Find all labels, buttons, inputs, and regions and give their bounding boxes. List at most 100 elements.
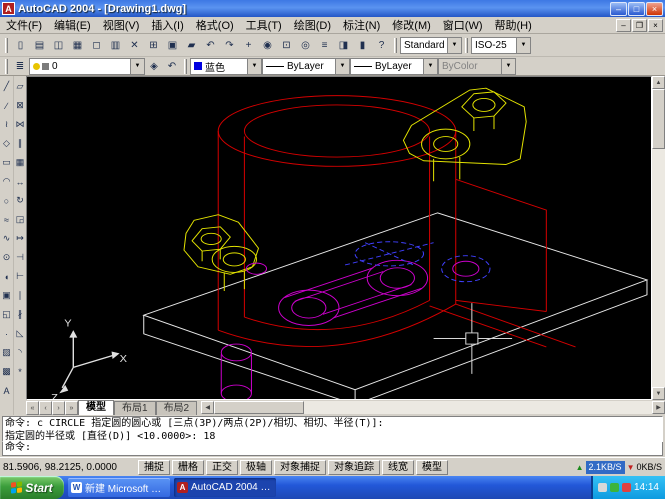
open-icon[interactable]: ▤ — [30, 36, 49, 54]
plot-preview-icon[interactable]: ◻ — [87, 36, 106, 54]
status-toggle[interactable]: 正交 — [206, 460, 238, 475]
copy-clip-icon[interactable]: ⊞ — [144, 36, 163, 54]
menu-item[interactable]: 窗口(W) — [437, 17, 489, 33]
revcloud-icon[interactable]: ≈ — [1, 210, 13, 229]
tab-layout1[interactable]: 布局1 — [114, 401, 156, 415]
chevron-down-icon[interactable]: ▼ — [130, 59, 144, 74]
close-button[interactable]: × — [646, 2, 663, 16]
vertical-scrollbar[interactable]: ▲ ▼ — [652, 76, 665, 400]
toolbar-grip[interactable] — [5, 38, 8, 53]
scroll-down-icon[interactable]: ▼ — [652, 387, 665, 400]
menu-item[interactable]: 标注(N) — [337, 17, 386, 33]
undo-icon[interactable]: ↶ — [201, 36, 220, 54]
trim-icon[interactable]: ⊣ — [14, 248, 26, 267]
chevron-down-icon[interactable]: ▼ — [423, 59, 437, 74]
lineweight-combo[interactable]: ByLayer ▼ — [350, 58, 438, 75]
scroll-up-icon[interactable]: ▲ — [652, 76, 665, 89]
chevron-down-icon[interactable]: ▼ — [335, 59, 349, 74]
task-word[interactable]: W 新建 Microsoft Word ... — [68, 478, 170, 497]
tray-icon[interactable] — [610, 483, 619, 492]
tab-nav-button[interactable]: « — [26, 401, 39, 415]
status-toggle[interactable]: 对象捕捉 — [274, 460, 326, 475]
layer-combo[interactable]: 0 ▼ — [29, 58, 145, 75]
erase-icon[interactable]: ▱ — [14, 77, 26, 96]
menu-item[interactable]: 修改(M) — [386, 17, 437, 33]
make-block-icon[interactable]: ◱ — [1, 305, 13, 324]
chamfer-icon[interactable]: ◺ — [14, 324, 26, 343]
point-icon[interactable]: · — [1, 324, 13, 343]
explode-icon[interactable]: * — [14, 362, 26, 381]
status-toggle[interactable]: 栅格 — [172, 460, 204, 475]
insert-block-icon[interactable]: ▣ — [1, 286, 13, 305]
publish-icon[interactable]: ▥ — [106, 36, 125, 54]
doc-minimize-button[interactable]: – — [616, 19, 631, 32]
ellipse-icon[interactable]: ⊙ — [1, 248, 13, 267]
menu-item[interactable]: 编辑(E) — [48, 17, 97, 33]
polyline-icon[interactable]: ≀ — [1, 115, 13, 134]
tab-layout2[interactable]: 布局2 — [156, 401, 198, 415]
paste-icon[interactable]: ▣ — [163, 36, 182, 54]
menu-item[interactable]: 插入(I) — [145, 17, 189, 33]
command-input[interactable]: 命令: — [2, 442, 663, 456]
horizontal-scroll-thumb[interactable] — [214, 401, 304, 414]
rectangle-icon[interactable]: ▭ — [1, 153, 13, 172]
toolbar-grip[interactable] — [5, 59, 8, 74]
arc-icon[interactable]: ◠ — [1, 172, 13, 191]
cut-icon[interactable]: ✕ — [125, 36, 144, 54]
status-toggle[interactable]: 极轴 — [240, 460, 272, 475]
maximize-button[interactable]: □ — [628, 2, 645, 16]
doc-close-button[interactable]: × — [648, 19, 663, 32]
copy-icon[interactable]: ⊠ — [14, 96, 26, 115]
scroll-left-icon[interactable]: ◀ — [201, 401, 214, 414]
pan-icon[interactable]: + — [239, 36, 258, 54]
array-icon[interactable]: ▦ — [14, 153, 26, 172]
linetype-combo[interactable]: ByLayer ▼ — [262, 58, 350, 75]
tool-palettes-icon[interactable]: ▮ — [353, 36, 372, 54]
layer-manager-icon[interactable]: ≣ — [11, 58, 29, 74]
mirror-icon[interactable]: ⋈ — [14, 115, 26, 134]
horizontal-scrollbar[interactable]: ◀ ▶ — [201, 401, 665, 414]
layer-previous-icon[interactable]: ↶ — [163, 58, 181, 74]
status-toggle[interactable]: 捕捉 — [138, 460, 170, 475]
text-style-combo[interactable]: Standard ▼ — [400, 37, 462, 54]
toolbar-grip[interactable] — [465, 38, 468, 53]
construction-line-icon[interactable]: ∕ — [1, 96, 13, 115]
tab-nav-button[interactable]: › — [52, 401, 65, 415]
stretch-icon[interactable]: ↦ — [14, 229, 26, 248]
menu-item[interactable]: 文件(F) — [0, 17, 48, 33]
menu-item[interactable]: 帮助(H) — [489, 17, 538, 33]
toolbar-grip[interactable] — [184, 59, 187, 74]
plot-icon[interactable]: ▦ — [68, 36, 87, 54]
zoom-realtime-icon[interactable]: ◉ — [258, 36, 277, 54]
designcenter-icon[interactable]: ◨ — [334, 36, 353, 54]
properties-icon[interactable]: ≡ — [315, 36, 334, 54]
start-button[interactable]: Start — [0, 476, 64, 499]
task-autocad[interactable]: A AutoCAD 2004 - [Dra... — [174, 478, 276, 497]
region-icon[interactable]: ▩ — [1, 362, 13, 381]
save-icon[interactable]: ◫ — [49, 36, 68, 54]
menu-item[interactable]: 绘图(D) — [288, 17, 337, 33]
status-toggle[interactable]: 线宽 — [382, 460, 414, 475]
color-combo[interactable]: 蓝色 ▼ — [190, 58, 262, 75]
zoom-window-icon[interactable]: ⊡ — [277, 36, 296, 54]
match-properties-icon[interactable]: ▰ — [182, 36, 201, 54]
chevron-down-icon[interactable]: ▼ — [247, 59, 261, 74]
hatch-icon[interactable]: ▨ — [1, 343, 13, 362]
new-icon[interactable]: ▯ — [11, 36, 30, 54]
scroll-right-icon[interactable]: ▶ — [652, 401, 665, 414]
model-canvas[interactable]: Y X Z — [26, 76, 652, 400]
chevron-down-icon[interactable]: ▼ — [516, 38, 530, 53]
chevron-down-icon[interactable]: ▼ — [447, 38, 461, 53]
break-icon[interactable]: ∦ — [14, 305, 26, 324]
make-layer-current-icon[interactable]: ◈ — [145, 58, 163, 74]
status-toggle[interactable]: 模型 — [416, 460, 448, 475]
scale-icon[interactable]: ◲ — [14, 210, 26, 229]
offset-icon[interactable]: ∥ — [14, 134, 26, 153]
toolbar-grip[interactable] — [394, 38, 397, 53]
minimize-button[interactable]: – — [610, 2, 627, 16]
line-icon[interactable]: ╱ — [1, 77, 13, 96]
zoom-previous-icon[interactable]: ◎ — [296, 36, 315, 54]
tab-nav-button[interactable]: ‹ — [39, 401, 52, 415]
menu-item[interactable]: 视图(V) — [97, 17, 146, 33]
tab-model[interactable]: 模型 — [78, 400, 114, 415]
